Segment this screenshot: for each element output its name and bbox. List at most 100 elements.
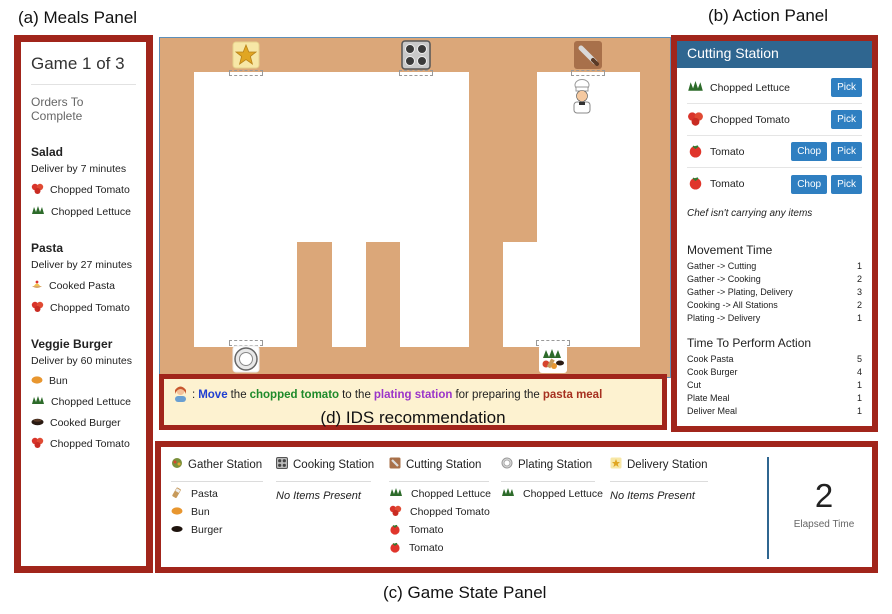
ingredient-label: Cooked Pasta xyxy=(49,280,115,292)
movement-time-row: Gather -> Cooking 2 xyxy=(687,273,862,286)
kitchen-floor xyxy=(503,242,640,278)
recommendation-colon: : xyxy=(192,389,196,401)
station-state-column: Cooking Station No Items Present xyxy=(276,457,375,502)
perform-time-value: 5 xyxy=(856,354,862,365)
chopped-tomato-icon xyxy=(31,183,44,197)
perform-time-value: 4 xyxy=(856,367,862,378)
ingredient-label: Chopped Tomato xyxy=(50,184,130,196)
meal-deadline: Deliver by 60 minutes xyxy=(31,355,132,367)
bun-icon xyxy=(31,375,43,387)
meal-ingredient: Bun xyxy=(31,375,136,387)
kitchen-floor xyxy=(194,72,297,347)
station-state-item-label: Chopped Lettuce xyxy=(411,488,491,500)
chopped-lettuce-icon xyxy=(31,205,45,219)
station-state-item-label: Bun xyxy=(191,506,210,518)
plating-station-icon xyxy=(501,457,513,472)
movement-time-label: Gather -> Cooking xyxy=(687,274,761,285)
kitchen-floor xyxy=(297,72,366,242)
station-state-name: Cooking Station xyxy=(293,458,375,471)
elapsed-time-value: 2 xyxy=(814,477,834,514)
ids-panel-caption: (d) IDS recommendation xyxy=(320,408,506,427)
movement-time-row: Cooking -> All Stations 2 xyxy=(687,298,862,311)
station-state-column: Delivery Station No Items Present xyxy=(610,457,708,502)
recommendation-item: chopped tomato xyxy=(249,389,340,401)
station-item-row: Chopped Lettuce Pick xyxy=(687,72,862,104)
station-state-item: Burger xyxy=(171,524,263,536)
station-item-row: Tomato Chop Pick xyxy=(687,168,862,200)
meal-ingredient: Chopped Tomato xyxy=(31,301,136,315)
cooking-station-icon[interactable] xyxy=(401,40,431,70)
cooking-slot xyxy=(399,70,433,76)
meal-order: Pasta Deliver by 27 minutes Cooked Pasta Ch… xyxy=(31,241,136,315)
station-state-column: Gather Station Pasta Bun Burger xyxy=(171,457,263,536)
pick-button[interactable]: Pick xyxy=(831,142,862,161)
station-state-column: Cutting Station Chopped Lettuce Chopped To… xyxy=(389,457,491,554)
cooking-station-icon xyxy=(276,457,288,472)
movement-time-value: 1 xyxy=(856,261,862,272)
meal-ingredient: Chopped Tomato xyxy=(31,437,136,451)
station-item-row: Tomato Chop Pick xyxy=(687,136,862,168)
cutting-slot xyxy=(571,70,605,76)
station-item-label: Tomato xyxy=(710,178,745,190)
station-empty-label: No Items Present xyxy=(276,490,361,502)
movement-time-label: Cooking -> All Stations xyxy=(687,299,778,310)
station-state-item: Tomato xyxy=(389,524,489,536)
station-state-header: Gather Station xyxy=(171,457,263,482)
station-state-item: Tomato xyxy=(389,542,489,554)
plating-station-icon[interactable] xyxy=(231,344,261,374)
station-state-item-label: Chopped Tomato xyxy=(410,506,490,518)
chopped-lettuce-icon xyxy=(31,395,45,409)
movement-time-row: Plating -> Delivery 1 xyxy=(687,311,862,324)
perform-time-label: Cook Pasta xyxy=(687,354,734,365)
kitchen-floor xyxy=(332,242,366,347)
perform-time-row: Deliver Meal 1 xyxy=(687,404,862,417)
recommendation-target-station: plating station xyxy=(373,389,453,401)
kitchen-floor xyxy=(503,278,640,347)
station-state-item: Chopped Lettuce xyxy=(389,488,491,500)
perform-time-list: Cook Pasta 5 Cook Burger 4 Cut 1 Plate Meal 1 De… xyxy=(677,353,872,417)
current-station-title: Cutting Station xyxy=(677,41,872,68)
pick-button[interactable]: Pick xyxy=(831,110,862,129)
pick-button[interactable]: Pick xyxy=(831,174,862,194)
meal-deadline: Deliver by 27 minutes xyxy=(31,259,132,271)
station-item-label: Chopped Tomato xyxy=(710,113,790,126)
station-state-name: Plating Station xyxy=(518,458,593,471)
tomato-icon xyxy=(389,541,401,556)
ingredient-label: Chopped Lettuce xyxy=(51,206,131,218)
meal-name: Veggie Burger xyxy=(31,337,113,351)
chopped-tomato-icon xyxy=(687,111,704,129)
meal-name: Salad xyxy=(31,145,64,159)
meal-ingredient: Cooked Pasta xyxy=(31,279,136,293)
station-item-row: Chopped Tomato Pick xyxy=(687,104,862,136)
station-item-list: Chopped Lettuce Pick Chopped Tomato Pick Tom… xyxy=(677,68,872,200)
recommendation-text-part: for preparing the xyxy=(455,389,540,401)
station-state-name: Gather Station xyxy=(188,458,263,471)
station-state-header: Cutting Station xyxy=(389,457,489,482)
ingredient-label: Bun xyxy=(49,375,68,387)
chopped-lettuce-icon xyxy=(501,487,515,501)
station-state-item: Pasta xyxy=(171,487,263,500)
chop-button[interactable]: Chop xyxy=(791,174,828,194)
chop-button[interactable]: Chop xyxy=(791,142,828,161)
meal-ingredient: Chopped Tomato xyxy=(31,183,136,197)
meal-ingredient: Chopped Lettuce xyxy=(31,205,136,219)
gather-station-icon[interactable] xyxy=(538,344,568,374)
movement-time-row: Gather -> Cutting 1 xyxy=(687,260,862,273)
station-state-header: Cooking Station xyxy=(276,457,375,482)
burger-patty-icon xyxy=(171,524,183,536)
pick-button[interactable]: Pick xyxy=(831,78,862,97)
action-panel-caption: (b) Action Panel xyxy=(708,6,829,25)
movement-time-value: 2 xyxy=(856,299,862,310)
station-state-item-label: Burger xyxy=(191,524,223,536)
orders-heading: Orders To Complete xyxy=(31,95,84,123)
cutting-station-icon[interactable] xyxy=(573,40,603,70)
recommendation-text: : Move the chopped tomato to the plating… xyxy=(172,385,654,405)
meal-list: Salad Deliver by 7 minutes Chopped Tomato C… xyxy=(31,145,136,451)
perform-time-title: Time To Perform Action xyxy=(687,335,812,350)
movement-time-value: 1 xyxy=(856,312,862,323)
perform-time-row: Cook Pasta 5 xyxy=(687,353,862,366)
movement-time-label: Gather -> Plating, Delivery xyxy=(687,286,793,297)
recommendation-text-part: to the xyxy=(342,389,371,401)
station-state-header: Plating Station xyxy=(501,457,595,482)
delivery-station-icon[interactable] xyxy=(231,40,261,70)
